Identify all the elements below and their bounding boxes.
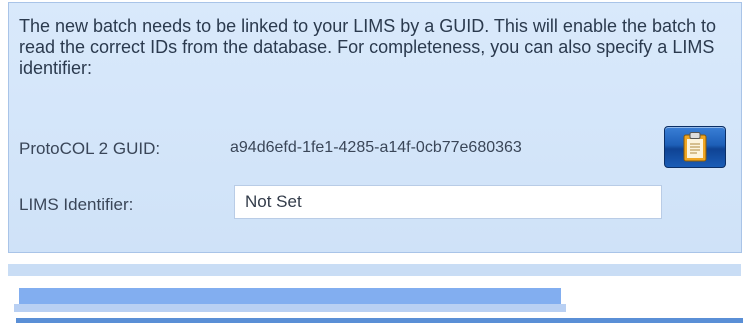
lims-identifier-input[interactable] (234, 185, 662, 219)
lims-identifier-label: LIMS Identifier: (19, 195, 134, 214)
instruction-text: The new batch needs to be linked to your… (19, 16, 717, 78)
copy-guid-button[interactable] (664, 126, 726, 168)
progress-bar-shadow (14, 304, 566, 312)
divider-band (8, 264, 741, 276)
progress-bar (19, 288, 561, 304)
bottom-band (16, 318, 743, 323)
guid-label: ProtoCOL 2 GUID: (19, 139, 161, 158)
guid-value: a94d6efd-1fe1-4285-a14f-0cb77e680363 (230, 139, 522, 156)
lims-link-panel: The new batch needs to be linked to your… (8, 2, 742, 253)
clipboard-icon (683, 132, 707, 162)
